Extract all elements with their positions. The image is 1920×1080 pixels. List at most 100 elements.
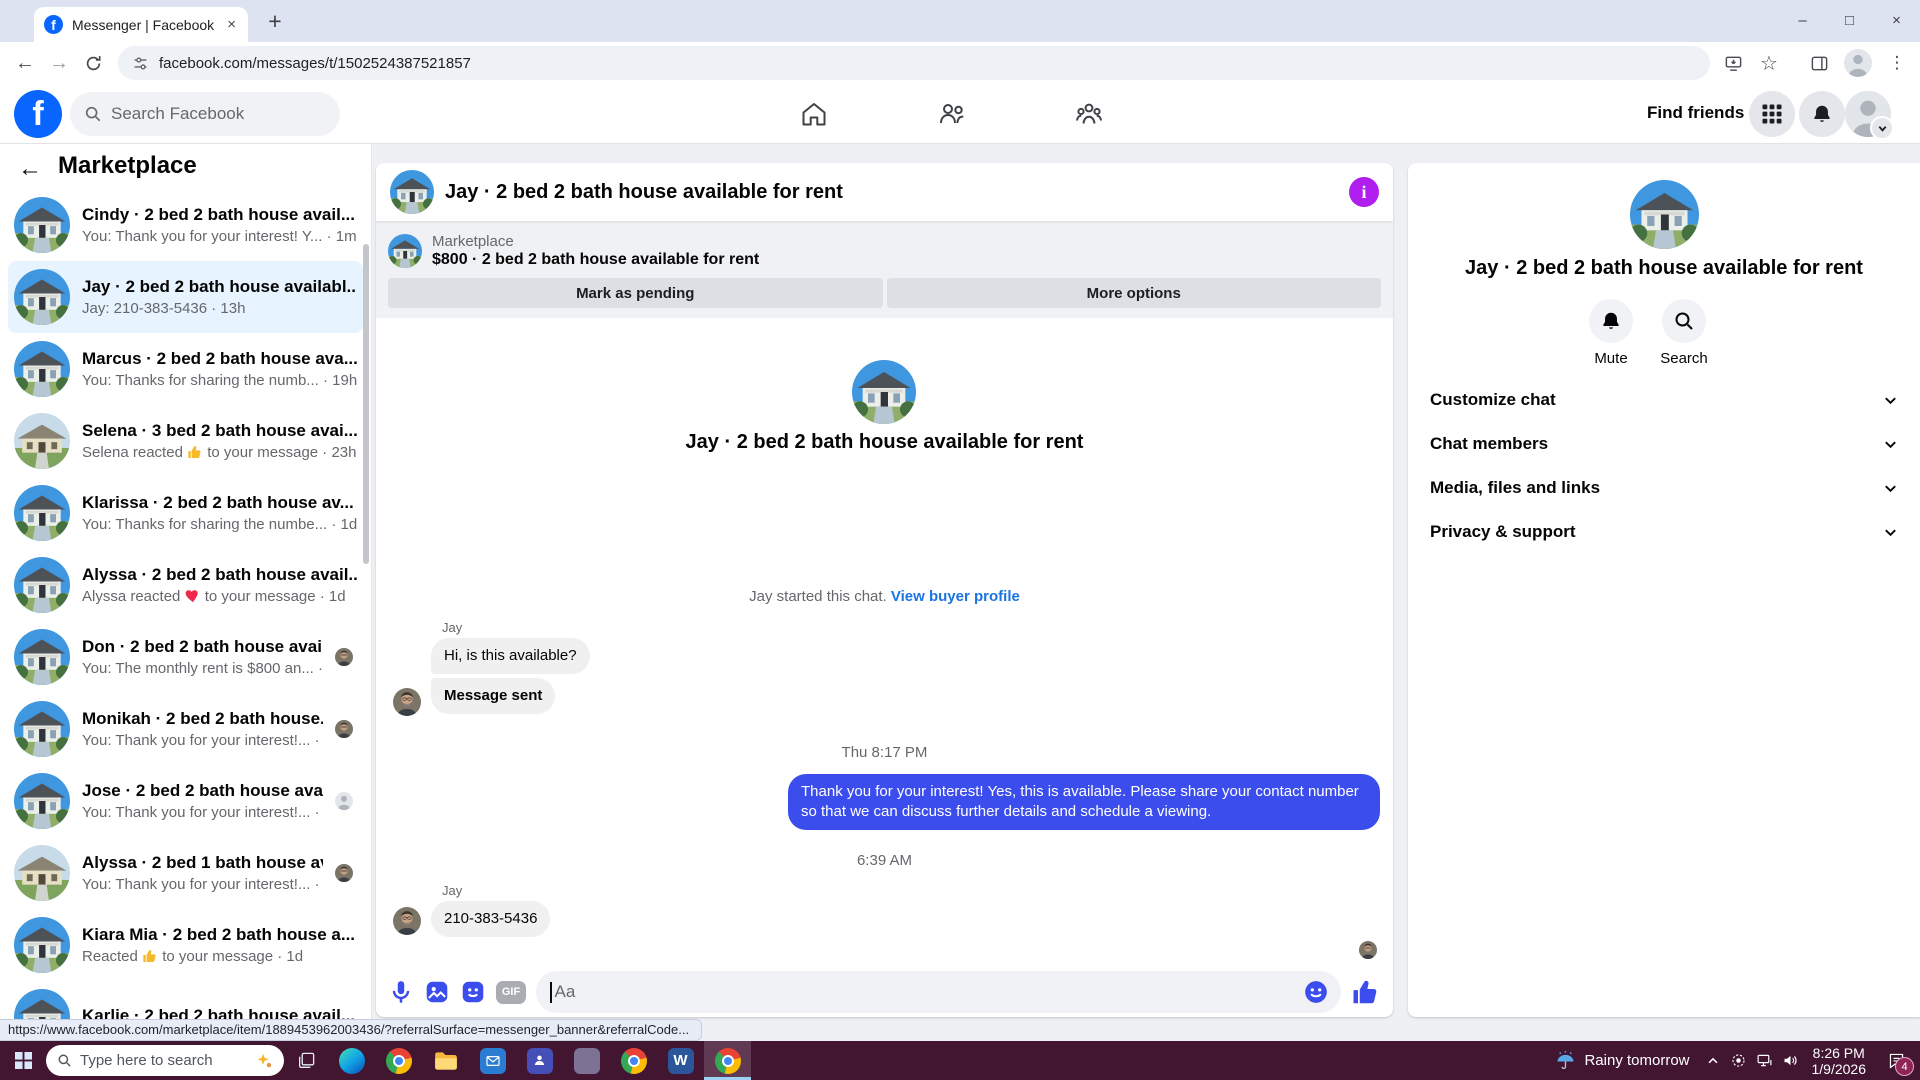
voice-clip-icon[interactable] xyxy=(388,979,414,1005)
tab-close-icon[interactable]: × xyxy=(225,16,238,33)
url-bar[interactable]: facebook.com/messages/t/1502524387521857 xyxy=(118,46,1710,80)
hero-listing-avatar xyxy=(852,360,916,424)
taskbar-app-edge[interactable] xyxy=(328,1041,375,1080)
taskbar-app-file-explorer[interactable] xyxy=(422,1041,469,1080)
facebook-search[interactable]: Search Facebook xyxy=(70,92,340,136)
facebook-header: f Search Facebook Find friends xyxy=(0,84,1920,144)
chevron-down-icon xyxy=(1885,440,1896,448)
conversation-item[interactable]: Cindy · 2 bed 2 bath house avail... You: … xyxy=(8,189,363,261)
attach-image-icon[interactable] xyxy=(424,979,450,1005)
chevron-down-icon xyxy=(1885,484,1896,492)
message-input-placeholder: Aa xyxy=(554,982,576,1001)
conversation-title: Marcus · 2 bed 2 bath house ava... xyxy=(82,349,357,368)
tray-volume-icon[interactable] xyxy=(1778,1041,1804,1080)
search-label: Search xyxy=(1660,350,1708,367)
browser-menu-icon[interactable]: ⋮ xyxy=(1882,46,1912,80)
reload-icon[interactable] xyxy=(76,46,110,80)
tray-network-icon[interactable] xyxy=(1752,1041,1778,1080)
gif-icon[interactable]: GIF xyxy=(496,980,526,1004)
task-view-icon[interactable] xyxy=(284,1041,328,1080)
site-controls-icon[interactable] xyxy=(132,55,149,72)
forward-icon[interactable]: → xyxy=(42,46,76,80)
notifications-button[interactable] xyxy=(1799,91,1845,137)
conversation-item[interactable]: Alyssa · 2 bed 1 bath house av... You: Th… xyxy=(8,837,363,909)
windows-logo-icon xyxy=(14,1052,32,1069)
browser-tab[interactable]: f Messenger | Facebook × xyxy=(34,7,248,42)
emoji-icon[interactable] xyxy=(1303,979,1329,1005)
message-input[interactable]: Aa xyxy=(536,971,1341,1013)
tray-meet-now-icon[interactable] xyxy=(1726,1041,1752,1080)
window-maximize-button[interactable]: □ xyxy=(1826,0,1873,40)
conversation-item[interactable]: Klarissa · 2 bed 2 bath house av... You: … xyxy=(8,477,363,549)
window-close-button[interactable]: × xyxy=(1873,0,1920,40)
search-icon xyxy=(58,1054,71,1067)
taskbar-clock[interactable]: 8:26 PM 1/9/2026 xyxy=(1812,1045,1867,1077)
taskbar-weather[interactable]: Rainy tomorrow xyxy=(1555,1050,1690,1071)
menu-item-media-files-links[interactable]: Media, files and links xyxy=(1408,466,1920,510)
notification-count-badge: 4 xyxy=(1895,1057,1914,1076)
mark-as-pending-button[interactable]: Mark as pending xyxy=(388,278,883,308)
taskbar-app-teams[interactable] xyxy=(516,1041,563,1080)
conversation-title: Jose · 2 bed 2 bath house avai... xyxy=(82,781,323,800)
menu-item-customize-chat[interactable]: Customize chat xyxy=(1408,378,1920,422)
rain-umbrella-icon xyxy=(1557,1050,1575,1070)
taskbar-search[interactable]: Type here to search xyxy=(46,1045,284,1076)
install-app-icon[interactable] xyxy=(1718,46,1748,80)
conversation-preview: You: Thank you for your interest!... · 1… xyxy=(82,876,323,893)
browser-toolbar: ← → facebook.com/messages/t/150252438752… xyxy=(0,42,1920,84)
chat-header[interactable]: Jay · 2 bed 2 bath house available for r… xyxy=(376,163,1393,221)
view-buyer-profile-link[interactable]: View buyer profile xyxy=(891,588,1020,605)
tab-title: Messenger | Facebook xyxy=(72,16,215,33)
chevron-down-icon xyxy=(1885,396,1896,404)
sidebar-scrollbar[interactable] xyxy=(363,244,369,564)
conversation-preview: Jay: 210-383-5436 · 13h xyxy=(82,300,246,317)
conversation-preview: You: The monthly rent is $800 an... · 1d xyxy=(82,660,323,677)
browser-profile-avatar[interactable] xyxy=(1844,49,1872,77)
conversation-item[interactable]: Don · 2 bed 2 bath house avai... You: The… xyxy=(8,621,363,693)
conversation-item[interactable]: Monikah · 2 bed 2 bath house... You: Than… xyxy=(8,693,363,765)
search-in-chat-icon[interactable] xyxy=(1662,299,1706,343)
account-avatar-button[interactable] xyxy=(1845,91,1894,140)
conversation-info-icon[interactable]: i xyxy=(1349,177,1379,207)
start-button[interactable] xyxy=(0,1041,46,1080)
new-tab-button[interactable]: + xyxy=(260,6,290,36)
action-center-button[interactable]: 4 xyxy=(1876,1041,1916,1080)
back-arrow-icon[interactable]: ← xyxy=(18,155,42,183)
side-panel-icon[interactable] xyxy=(1804,46,1834,80)
conversation-item[interactable]: Selena · 3 bed 2 bath house avai... Selen… xyxy=(8,405,363,477)
listing-avatar xyxy=(14,629,70,685)
taskbar-app-chrome-active[interactable] xyxy=(704,1041,751,1080)
conversation-item[interactable]: Kiara Mia · 2 bed 2 bath house a... React… xyxy=(8,909,363,981)
find-friends-link[interactable]: Find friends xyxy=(1647,103,1744,123)
conversation-preview: You: Thank you for your interest! Y... ·… xyxy=(82,228,357,245)
back-icon[interactable]: ← xyxy=(8,46,42,80)
conversation-item[interactable]: Marcus · 2 bed 2 bath house ava... You: T… xyxy=(8,333,363,405)
message-scroll-area[interactable]: Jay · 2 bed 2 bath house available for r… xyxy=(376,318,1393,967)
home-tab-icon[interactable] xyxy=(800,100,828,128)
mute-bell-icon[interactable] xyxy=(1589,299,1633,343)
search-action[interactable]: Search xyxy=(1639,299,1729,367)
sticker-icon[interactable] xyxy=(460,979,486,1005)
seen-indicator-avatar xyxy=(335,792,353,810)
bookmark-star-icon[interactable]: ☆ xyxy=(1754,46,1784,80)
menu-item-chat-members[interactable]: Chat members xyxy=(1408,422,1920,466)
conversation-item[interactable]: Alyssa · 2 bed 2 bath house avail... Alys… xyxy=(8,549,363,621)
tray-chevron-up-icon[interactable] xyxy=(1700,1041,1726,1080)
taskbar-app-word[interactable]: W xyxy=(657,1041,704,1080)
listing-avatar xyxy=(14,845,70,901)
groups-tab-icon[interactable] xyxy=(1075,100,1103,128)
taskbar-app-mail[interactable] xyxy=(469,1041,516,1080)
conversation-item[interactable]: Jay · 2 bed 2 bath house availabl... Jay:… xyxy=(8,261,363,333)
apps-menu-button[interactable] xyxy=(1749,91,1795,137)
like-thumb-icon[interactable] xyxy=(1351,977,1381,1007)
window-minimize-button[interactable]: – xyxy=(1779,0,1826,40)
taskbar-app-browser[interactable] xyxy=(375,1041,422,1080)
menu-item-privacy-support[interactable]: Privacy & support xyxy=(1408,510,1920,554)
taskbar-app-other[interactable] xyxy=(563,1041,610,1080)
taskbar-app-chrome[interactable] xyxy=(610,1041,657,1080)
friends-tab-icon[interactable] xyxy=(938,100,966,128)
more-options-button[interactable]: More options xyxy=(886,278,1381,308)
conversation-title: Selena · 3 bed 2 bath house avai... xyxy=(82,421,357,440)
facebook-logo[interactable]: f xyxy=(14,90,62,138)
conversation-item[interactable]: Jose · 2 bed 2 bath house avai... You: Th… xyxy=(8,765,363,837)
